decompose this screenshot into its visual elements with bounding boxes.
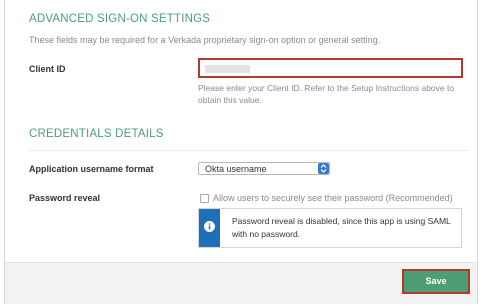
username-format-label: Application username format [29,164,154,174]
password-reveal-label: Password reveal [29,193,101,203]
advanced-sign-on-title: ADVANCED SIGN-ON SETTINGS [29,13,211,25]
credentials-details-title: CREDENTIALS DETAILS [29,128,164,140]
client-id-help-text: Please enter your Client ID. Refer to th… [198,83,455,105]
advanced-sign-on-subtitle: These fields may be required for a Verka… [29,35,381,45]
save-button[interactable]: Save [404,271,468,292]
username-format-value: Okta username [205,164,267,174]
password-reveal-checkbox-label[interactable]: Allow users to securely see their passwo… [213,193,453,203]
password-reveal-checkbox[interactable] [200,194,209,203]
client-id-value-redacted [205,65,250,73]
app-settings-panel: ADVANCED SIGN-ON SETTINGS These fields m… [4,0,478,304]
section-divider [29,150,469,151]
username-format-select[interactable]: Okta username [198,162,330,175]
info-icon [204,221,215,232]
chevron-updown-icon [318,163,329,174]
client-id-label: Client ID [29,64,66,74]
info-strip [199,209,220,247]
password-reveal-info-text: Password reveal is disabled, since this … [232,216,451,239]
password-reveal-info-box: Password reveal is disabled, since this … [198,208,462,248]
client-id-input[interactable] [198,58,463,78]
